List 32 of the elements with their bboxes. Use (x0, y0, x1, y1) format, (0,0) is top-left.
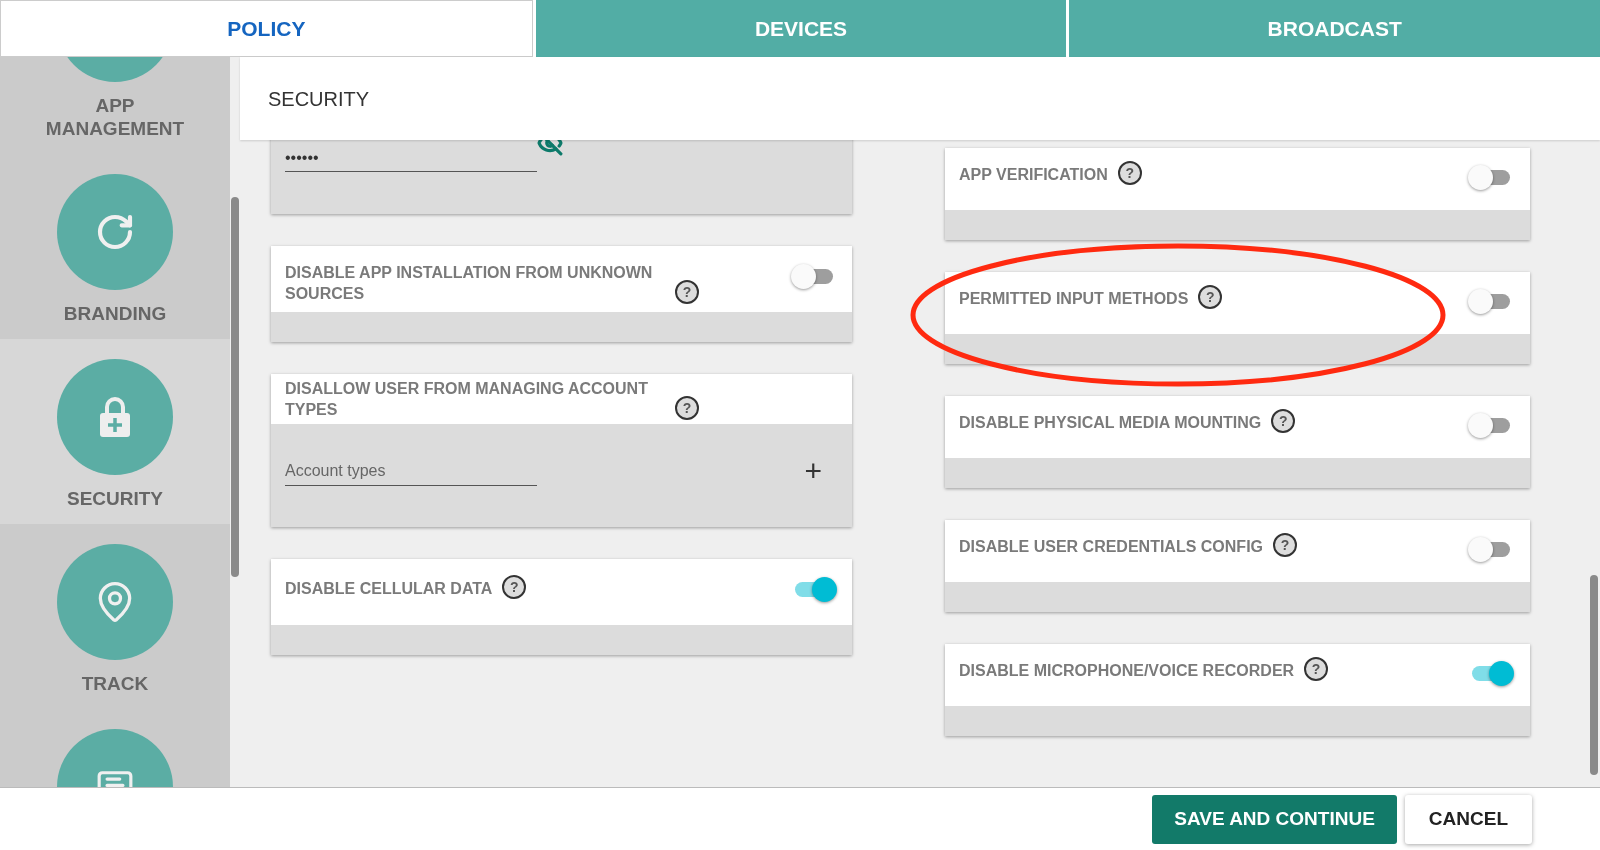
setting-label: DISABLE APP INSTALLATION FROM UNKNOWN SOURCES (285, 263, 654, 304)
sidebar-label: APP MANAGEMENT (44, 94, 186, 140)
scrollbar-thumb[interactable] (1590, 575, 1598, 775)
setting-label: DISABLE USER CREDENTIALS CONFIG (959, 537, 1263, 557)
lock-icon (97, 396, 133, 438)
setting-label: APP VERIFICATION (959, 165, 1108, 185)
account-types-field[interactable]: Account types (285, 456, 537, 486)
help-icon[interactable]: ? (675, 280, 699, 304)
help-icon[interactable]: ? (1273, 533, 1297, 557)
cancel-button[interactable]: CANCEL (1404, 794, 1532, 844)
help-icon[interactable]: ? (502, 575, 527, 599)
setting-label: DISABLE CELLULAR DATA (285, 579, 493, 599)
setting-label: PERMITTED INPUT METHODS (959, 289, 1189, 309)
help-icon[interactable]: ? (1304, 657, 1329, 681)
help-icon[interactable]: ? (1117, 161, 1142, 185)
help-icon[interactable]: ? (1198, 285, 1223, 309)
sidebar-label: SECURITY (65, 487, 165, 510)
save-button[interactable]: SAVE AND CONTINUE (1152, 794, 1397, 844)
refresh-icon (95, 212, 135, 252)
tab[interactable]: POLICY (0, 0, 533, 57)
section-title: SECURITY (268, 86, 370, 112)
setting-label: DISABLE PHYSICAL MEDIA MOUNTING (959, 413, 1262, 433)
help-icon[interactable]: ? (675, 396, 699, 420)
scrollbar-thumb[interactable] (231, 197, 239, 577)
setting-label: DISABLE MICROPHONE/VOICE RECORDER (959, 661, 1295, 681)
setting-label: DISALLOW USER FROM MANAGING ACCOUNT TYPES (285, 379, 649, 420)
password-field[interactable]: •••••• (285, 144, 537, 172)
sidebar-item[interactable]: SECURITY (0, 339, 230, 524)
sidebar-label: BRANDING (62, 302, 168, 325)
add-button[interactable]: + (804, 456, 822, 486)
sidebar-label: TRACK (80, 672, 150, 695)
help-icon[interactable]: ? (1271, 409, 1296, 433)
